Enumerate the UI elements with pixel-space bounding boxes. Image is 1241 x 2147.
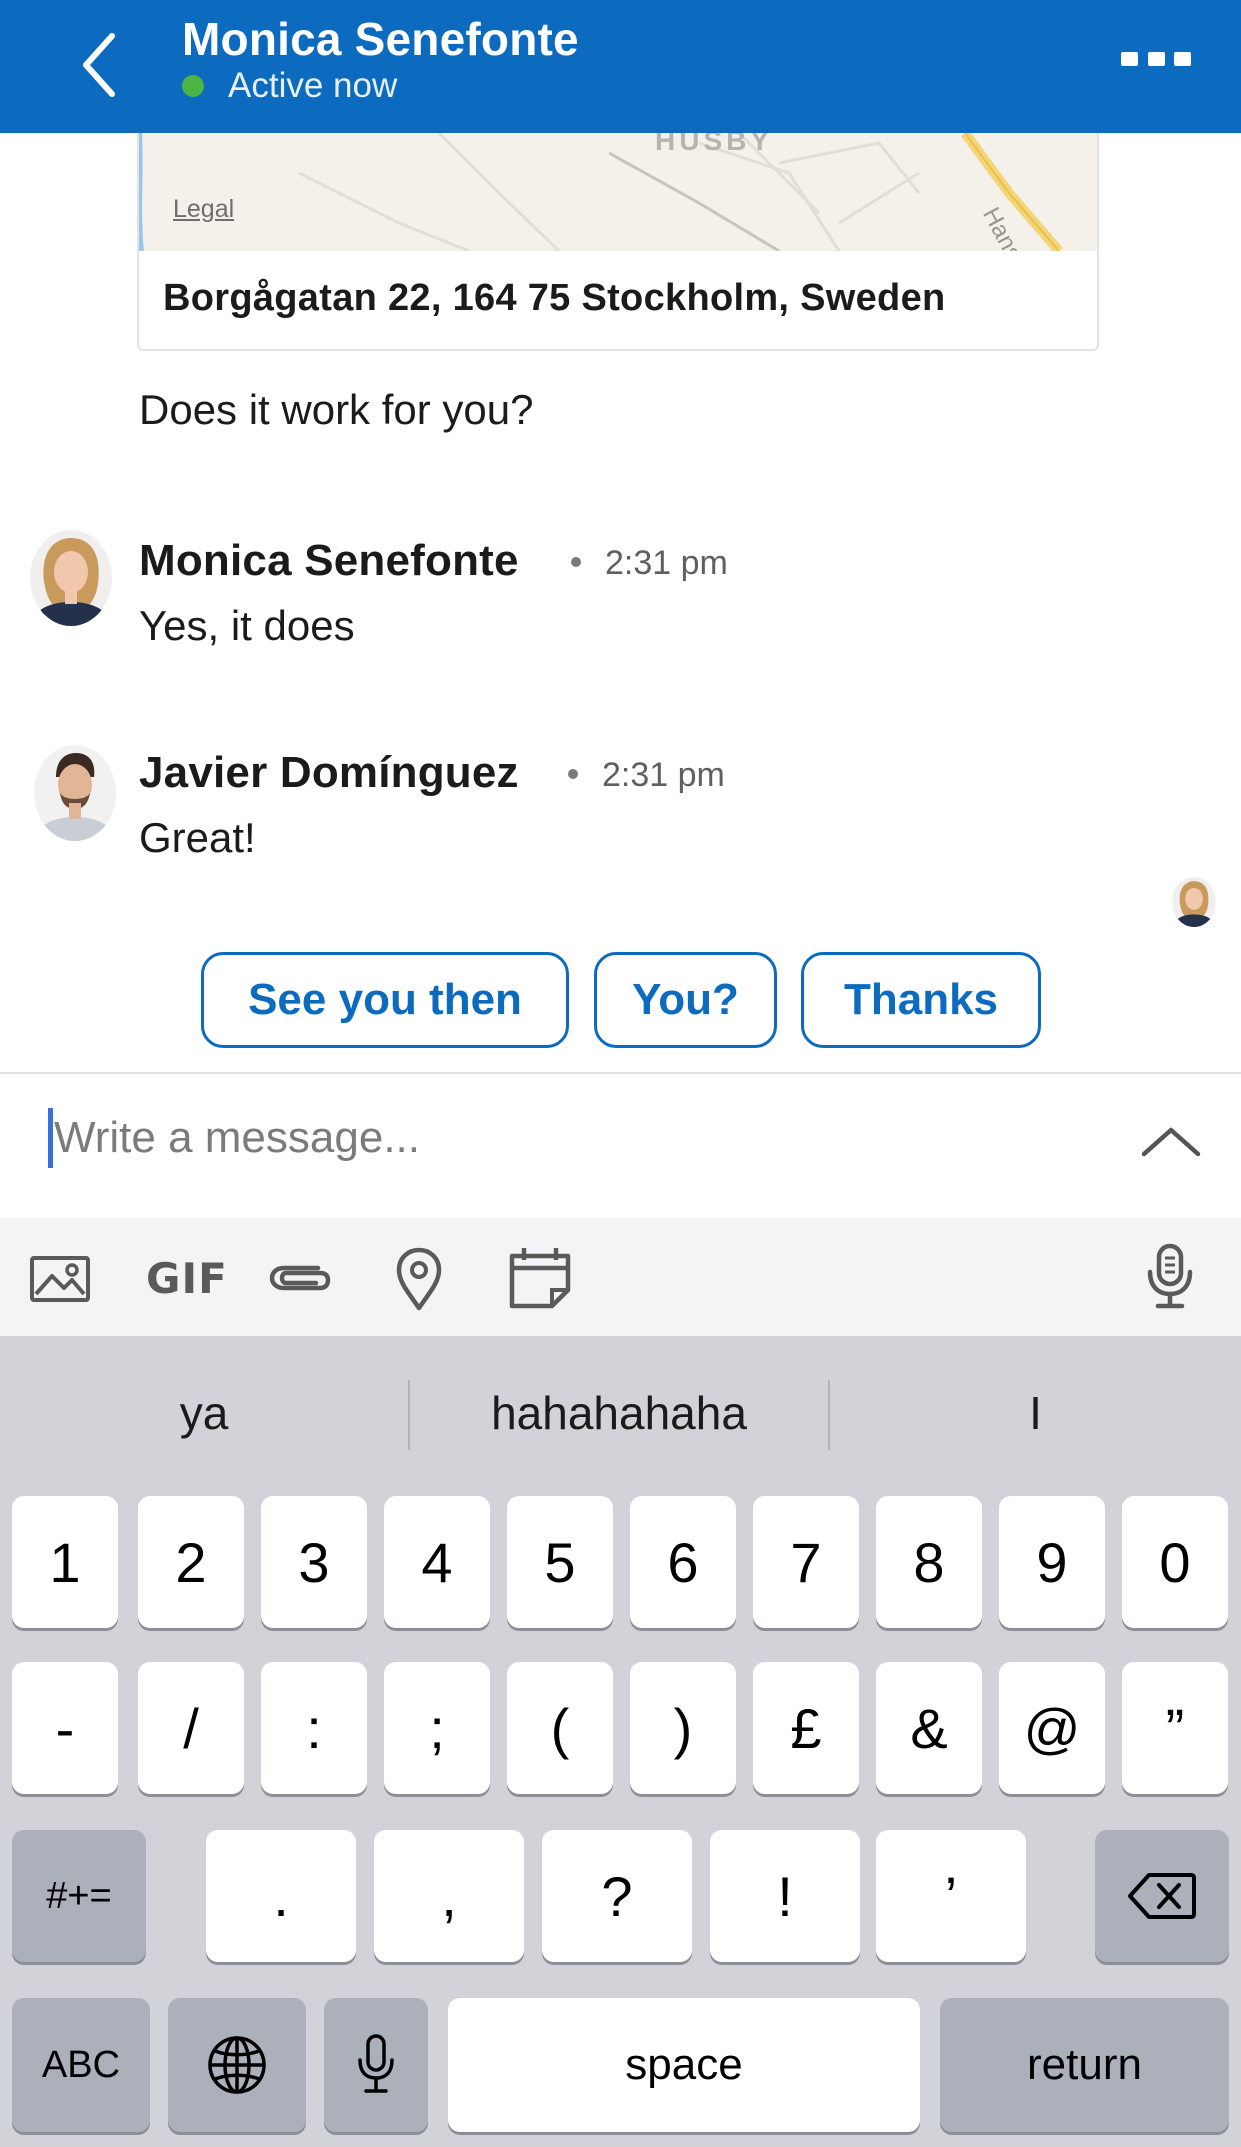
sender-name[interactable]: Monica Senefonte — [139, 536, 519, 586]
map-legal-link[interactable]: Legal — [173, 195, 234, 224]
message-timestamp: 2:31 pm — [568, 756, 725, 795]
avatar-javier[interactable] — [34, 745, 116, 841]
map-preview[interactable]: HUSBY Legal Hans — [139, 133, 1097, 251]
key[interactable]: ! — [710, 1830, 860, 1962]
key[interactable]: 6 — [630, 1496, 736, 1628]
key[interactable]: , — [374, 1830, 524, 1962]
backspace-key[interactable] — [1095, 1830, 1229, 1962]
key[interactable]: : — [261, 1662, 367, 1794]
key[interactable]: 7 — [753, 1496, 859, 1628]
globe-icon — [208, 2036, 266, 2094]
key[interactable]: 5 — [507, 1496, 613, 1628]
quick-reply-button[interactable]: Thanks — [801, 952, 1041, 1048]
return-key[interactable]: return — [940, 1998, 1229, 2132]
backspace-icon — [1128, 1873, 1196, 1919]
key[interactable]: & — [876, 1662, 982, 1794]
key[interactable]: ? — [542, 1830, 692, 1962]
text-cursor — [48, 1108, 53, 1168]
more-dot-1 — [1121, 52, 1138, 66]
quick-reply-button[interactable]: You? — [594, 952, 777, 1048]
key[interactable]: 1 — [12, 1496, 118, 1628]
key[interactable]: 8 — [876, 1496, 982, 1628]
back-chevron-icon[interactable] — [70, 30, 130, 100]
message-text: Yes, it does — [139, 602, 355, 649]
map-area-label: HUSBY — [655, 133, 774, 156]
avatar-monica[interactable] — [30, 530, 112, 626]
key[interactable]: ” — [1122, 1662, 1228, 1794]
key[interactable]: £ — [753, 1662, 859, 1794]
space-key[interactable]: space — [448, 1998, 920, 2132]
key[interactable]: @ — [999, 1662, 1105, 1794]
read-receipt-avatar — [1172, 877, 1216, 927]
location-pin-icon[interactable] — [394, 1246, 444, 1311]
globe-key[interactable] — [168, 1998, 306, 2132]
presence-status: Active now — [228, 66, 398, 105]
more-dot-3 — [1174, 52, 1191, 66]
key[interactable]: ( — [507, 1662, 613, 1794]
quick-reply-button[interactable]: See you then — [201, 952, 569, 1048]
message-text: Great! — [139, 814, 256, 861]
key[interactable]: 9 — [999, 1496, 1105, 1628]
microphone-icon — [358, 2034, 394, 2093]
more-symbols-key[interactable]: #+= — [12, 1830, 146, 1962]
sender-name[interactable]: Javier Domínguez — [139, 748, 519, 798]
timestamp-text: 2:31 pm — [605, 544, 728, 582]
key[interactable]: ; — [384, 1662, 490, 1794]
microphone-icon[interactable] — [1144, 1242, 1196, 1309]
map-streets — [139, 133, 1063, 251]
key[interactable]: ’ — [876, 1830, 1026, 1962]
calendar-icon[interactable] — [508, 1246, 572, 1310]
separator-dot — [571, 557, 581, 568]
more-dot-2 — [1147, 52, 1165, 66]
key[interactable]: 4 — [384, 1496, 490, 1628]
contact-name[interactable]: Monica Senefonte — [182, 12, 579, 66]
presence-row: Active now — [182, 66, 397, 106]
online-dot-icon — [182, 75, 204, 97]
expand-chevron-up-icon[interactable] — [1140, 1124, 1202, 1158]
dictation-key[interactable] — [324, 1998, 428, 2132]
system-keyboard: ya hahahahaha I 1 2 3 4 5 6 7 8 9 0 - / … — [0, 1336, 1241, 2147]
chat-header: Monica Senefonte Active now — [0, 0, 1241, 133]
more-options-icon[interactable] — [1121, 52, 1191, 76]
key[interactable]: 2 — [138, 1496, 244, 1628]
predictive-bar: ya hahahahaha I — [0, 1336, 1241, 1494]
key[interactable]: 0 — [1122, 1496, 1228, 1628]
key[interactable]: . — [206, 1830, 356, 1962]
suggestion-item[interactable]: I — [830, 1386, 1241, 1440]
location-card[interactable]: HUSBY Legal Hans Borgågatan 22, 164 75 S… — [137, 133, 1099, 351]
message-text: Does it work for you? — [139, 386, 534, 433]
attachment-icon[interactable] — [264, 1246, 334, 1310]
separator-dot — [568, 769, 578, 780]
suggestion-item[interactable]: ya — [0, 1386, 408, 1440]
suggestion-item[interactable]: hahahahaha — [410, 1386, 828, 1440]
image-icon[interactable] — [28, 1246, 92, 1310]
timestamp-text: 2:31 pm — [602, 756, 725, 794]
abc-key[interactable]: ABC — [12, 1998, 150, 2132]
location-address: Borgågatan 22, 164 75 Stockholm, Sweden — [163, 277, 946, 319]
key[interactable]: 3 — [261, 1496, 367, 1628]
message-timestamp: 2:31 pm — [571, 544, 728, 583]
gif-icon[interactable]: GIF — [146, 1254, 228, 1318]
message-input[interactable] — [54, 1096, 1054, 1180]
attachment-toolbar: GIF — [0, 1218, 1241, 1336]
key[interactable]: - — [12, 1662, 118, 1794]
key[interactable]: / — [138, 1662, 244, 1794]
key[interactable]: ) — [630, 1662, 736, 1794]
compose-bar — [0, 1074, 1241, 1218]
